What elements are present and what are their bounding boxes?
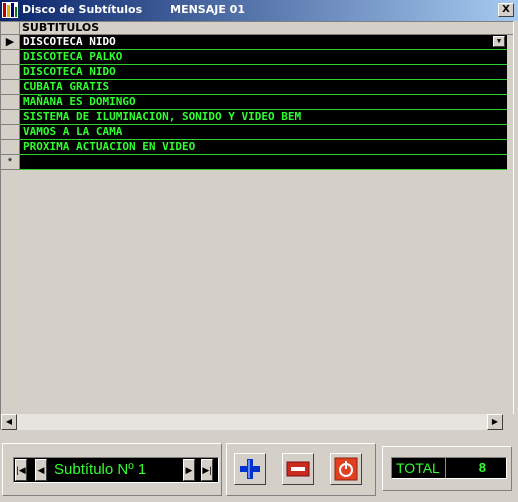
row-cell[interactable]: VAMOS A LA CAMA: [20, 125, 507, 140]
row-selector[interactable]: [1, 50, 20, 65]
row-cell[interactable]: CUBATA GRATIS: [20, 80, 507, 95]
navigator-panel: |◀ ◀ Subtítulo Nº 1 ▶ ▶|: [2, 443, 222, 496]
row-selector[interactable]: [1, 65, 20, 80]
table-row[interactable]: DISCOTECA PALKO: [1, 50, 513, 65]
prev-record-icon[interactable]: ◀: [35, 459, 47, 481]
row-cell[interactable]: DISCOTECA PALKO: [20, 50, 507, 65]
record-navigator: |◀ ◀ Subtítulo Nº 1 ▶ ▶|: [13, 457, 219, 483]
row-cell[interactable]: SISTEMA DE ILUMINACION, SONIDO Y VIDEO B…: [20, 110, 507, 125]
add-button[interactable]: [234, 453, 266, 485]
record-label: Subtítulo Nº 1: [54, 461, 147, 478]
minus-icon: [286, 461, 310, 477]
first-record-icon[interactable]: |◀: [15, 459, 27, 481]
window-subtitle: MENSAJE 01: [170, 3, 245, 16]
window-title-text: Disco de Subtítulos: [22, 3, 143, 16]
table-row[interactable]: CUBATA GRATIS: [1, 80, 513, 95]
grid-rows: ▶ DISCOTECA NIDO ▼ DISCOTECA PALKO DISCO…: [1, 35, 513, 170]
last-record-icon[interactable]: ▶|: [201, 459, 213, 481]
exit-button[interactable]: [330, 453, 362, 485]
row-selector[interactable]: [1, 125, 20, 140]
row-cell[interactable]: PROXIMA ACTUACION EN VIDEO: [20, 140, 507, 155]
scroll-left-icon[interactable]: ◀: [1, 414, 17, 430]
power-icon: [334, 457, 358, 481]
row-selector[interactable]: [1, 110, 20, 125]
column-header-subtitulos[interactable]: SUBTITULOS: [20, 22, 513, 35]
action-panel: [226, 443, 376, 496]
next-record-icon[interactable]: ▶: [183, 459, 195, 481]
row-selector[interactable]: [1, 95, 20, 110]
row-cell[interactable]: DISCOTECA NIDO: [20, 65, 507, 80]
title-bar: Disco de Subtítulos MENSAJE 01 X: [0, 0, 518, 21]
subtitles-grid[interactable]: SUBTITULOS ▶ DISCOTECA NIDO ▼ DISCOTECA …: [0, 21, 514, 430]
total-panel: TOTAL 8: [382, 446, 512, 491]
new-row[interactable]: *: [1, 155, 513, 170]
window-title: Disco de Subtítulos MENSAJE 01: [22, 3, 245, 16]
total-label: TOTAL: [396, 458, 446, 478]
total-display: TOTAL 8: [391, 457, 507, 479]
dropdown-arrow-icon[interactable]: ▼: [493, 36, 505, 47]
app-icon: [2, 2, 18, 18]
table-row[interactable]: VAMOS A LA CAMA: [1, 125, 513, 140]
row-text: DISCOTECA NIDO: [23, 35, 116, 48]
new-row-cell[interactable]: [20, 155, 507, 170]
plus-icon: [240, 459, 260, 479]
row-cell[interactable]: MAÑANA ES DOMINGO: [20, 95, 507, 110]
horizontal-scrollbar[interactable]: ◀ ▶: [1, 414, 503, 430]
total-value: 8: [478, 460, 486, 475]
close-button[interactable]: X: [498, 3, 514, 17]
row-selector[interactable]: [1, 80, 20, 95]
grid-header: SUBTITULOS: [1, 22, 513, 35]
table-row[interactable]: DISCOTECA NIDO: [1, 65, 513, 80]
new-row-marker[interactable]: *: [1, 155, 20, 170]
scroll-corner: [503, 414, 514, 430]
scroll-right-icon[interactable]: ▶: [487, 414, 503, 430]
remove-button[interactable]: [282, 453, 314, 485]
row-selector[interactable]: [1, 140, 20, 155]
row-cell[interactable]: DISCOTECA NIDO ▼: [20, 35, 507, 50]
table-row[interactable]: SISTEMA DE ILUMINACION, SONIDO Y VIDEO B…: [1, 110, 513, 125]
row-selector-current[interactable]: ▶: [1, 35, 20, 50]
grid-corner: [1, 22, 20, 35]
table-row[interactable]: PROXIMA ACTUACION EN VIDEO: [1, 140, 513, 155]
table-row[interactable]: ▶ DISCOTECA NIDO ▼: [1, 35, 513, 50]
table-row[interactable]: MAÑANA ES DOMINGO: [1, 95, 513, 110]
